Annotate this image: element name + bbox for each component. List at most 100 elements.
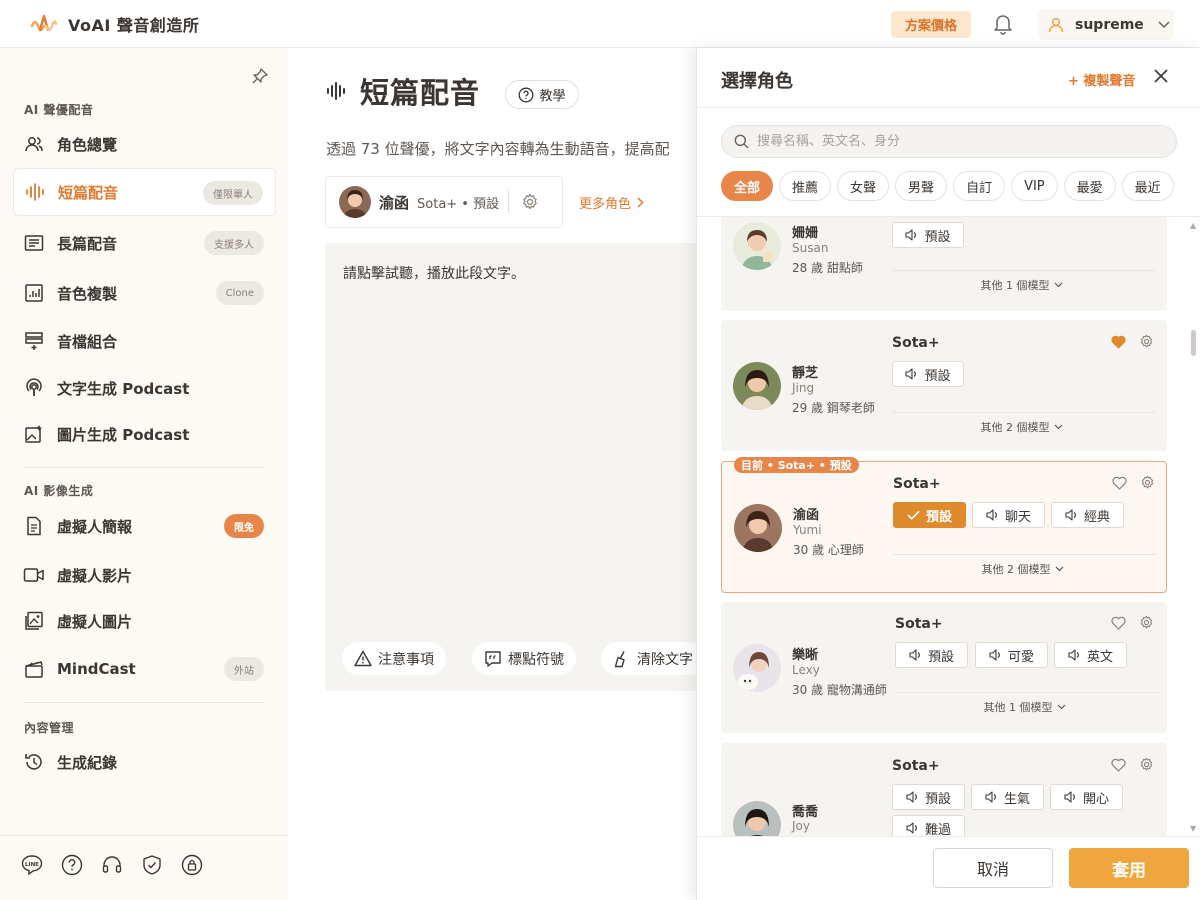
filter-chip-all[interactable]: 全部 [721,171,774,201]
role-card[interactable]: Sota+ 靜芝 Jing 29 歲 鋼琴老師 預設 其他 2 個模型 [721,320,1167,451]
more-roles-link[interactable]: 更多角色 [579,193,644,212]
pin-icon[interactable] [251,67,269,85]
filter-chip-female[interactable]: 女聲 [837,171,890,201]
sidebar-item-label: 生成紀錄 [57,753,118,772]
sidebar-item-role-overview[interactable]: 角色總覽 [13,120,276,168]
voice-style-button[interactable]: 預設 [895,642,968,668]
tutorial-button[interactable]: 教學 [505,80,579,109]
sidebar-item-label: 文字生成 Podcast [57,379,190,398]
text-editor[interactable]: 請點擊試聽，播放此段文字。 注意事項 標點符號 清除文字 [325,243,705,691]
user-name: supreme [1075,16,1144,33]
more-models-toggle[interactable]: 其他 1 個模型 [892,270,1155,298]
voice-style-label: 英文 [1086,649,1113,665]
filter-chip-male[interactable]: 男聲 [895,171,948,201]
search-input[interactable] [757,134,1157,149]
gear-icon[interactable] [1139,334,1154,349]
scrollbar-thumb[interactable] [1191,330,1196,356]
voai-wave-logo-icon [30,12,58,36]
podcast-icon [23,377,45,399]
chevron-down-icon [1158,20,1170,29]
voice-style-button[interactable]: 生氣 [971,784,1044,810]
shield-icon[interactable] [141,854,163,876]
close-icon[interactable] [1154,69,1168,83]
bell-icon[interactable] [993,13,1013,35]
voice-style-button[interactable]: 可愛 [975,642,1048,668]
voice-style-button[interactable]: 預設 [892,361,964,387]
sidebar-item-mindcast[interactable]: MindCast 外站 [13,645,276,693]
sidebar-item-avatar-presentation[interactable]: 虛擬人簡報 限免 [13,502,276,550]
voice-style-label: 預設 [924,368,951,384]
plan-pricing-button[interactable]: 方案價格 [891,11,971,38]
filter-chip-recent[interactable]: 最近 [1121,171,1174,201]
role-card[interactable]: Sota+ 喬喬 Joy 預設 生氣 開心 難過 [721,743,1167,836]
heart-outline-icon[interactable] [1111,616,1126,630]
heart-outline-icon[interactable] [1111,758,1126,772]
avatar [733,362,781,410]
sidebar-item-avatar-video[interactable]: 虛擬人影片 [13,551,276,599]
clear-text-button[interactable]: 清除文字 [601,642,705,675]
gear-icon[interactable] [1139,615,1154,630]
sidebar-item-short-dubbing[interactable]: 短篇配音 僅限單人 [13,168,276,216]
role-english-name: Susan [792,241,829,255]
headset-icon[interactable] [101,854,123,876]
help-icon[interactable] [61,854,83,876]
copy-voice-button[interactable]: + 複製聲音 [1068,70,1135,89]
role-card-selected[interactable]: 目前 • Sota+ • 預設 Sota+ 渝函 Yumi 30 歲 心理師 預… [721,457,1167,593]
search-icon [734,134,749,149]
more-models-toggle[interactable]: 其他 2 個模型 [893,554,1156,582]
role-model: Sota+ [892,335,940,351]
sidebar-item-history[interactable]: 生成紀錄 [13,738,276,786]
voice-style-button[interactable]: 難過 [892,815,965,836]
sidebar-item-label: 虛擬人簡報 [57,517,133,536]
role-card[interactable]: 姍姍 Susan 28 歲 甜點師 預設 其他 1 個模型 [721,217,1167,311]
chevron-down-icon [1055,566,1064,572]
more-models-toggle[interactable]: 其他 2 個模型 [892,412,1155,440]
voice-style-button[interactable]: 預設 [892,784,965,810]
sidebar-footer-divider [0,835,288,836]
heart-filled-icon[interactable] [1111,335,1126,349]
voice-style-button[interactable]: 預設 [892,222,964,248]
editor-text[interactable]: 請點擊試聽，播放此段文字。 [343,263,525,283]
voice-style-label: 預設 [925,509,952,525]
scroll-down-arrow[interactable]: ▼ [1190,824,1196,833]
voice-style-button[interactable]: 聊天 [972,502,1045,528]
sidebar-item-label: 虛擬人圖片 [57,612,133,631]
gear-icon[interactable] [1139,757,1154,772]
line-icon[interactable]: LINE [21,854,43,876]
voice-style-button[interactable]: 經典 [1051,502,1124,528]
voice-style-label: 聊天 [1004,509,1031,525]
sidebar-item-audio-merge[interactable]: 音檔組合 [13,317,276,365]
selected-voice-card[interactable]: 渝函 Sota+ • 預設 [325,176,563,228]
role-card[interactable]: Sota+ 樂晰 Lexy 30 歲 寵物溝通師 預設 可愛 英文 其他 1 個… [721,602,1167,733]
sidebar-item-image-podcast[interactable]: 圖片生成 Podcast [13,410,276,458]
punctuation-button[interactable]: 標點符號 [472,642,576,675]
voice-style-button[interactable]: 開心 [1050,784,1123,810]
sidebar-item-text-podcast[interactable]: 文字生成 Podcast [13,364,276,412]
status-badge: 外站 [224,657,264,681]
role-search[interactable] [721,125,1177,158]
voice-style-label: 難過 [924,822,951,837]
gear-icon[interactable] [1140,475,1155,490]
voice-style-button[interactable]: 英文 [1054,642,1127,668]
sidebar-item-avatar-image[interactable]: 虛擬人圖片 [13,597,276,645]
more-models-toggle[interactable]: 其他 1 個模型 [895,692,1158,720]
sidebar-item-voice-clone[interactable]: 音色複製 Clone [13,269,276,317]
gear-icon[interactable] [521,193,539,211]
heart-outline-icon[interactable] [1112,476,1127,490]
voice-style-button-selected[interactable]: 預設 [893,502,966,528]
sidebar-footer: LINE [21,854,203,876]
filter-chip-recommended[interactable]: 推薦 [779,171,832,201]
sidebar-item-long-dubbing[interactable]: 長篇配音 支援多人 [13,219,276,267]
app-logo[interactable]: VoAI 聲音創造所 [30,12,199,36]
notes-button[interactable]: 注意事項 [342,642,446,675]
scroll-up-arrow[interactable]: ▲ [1190,221,1196,230]
filter-chip-custom[interactable]: 自訂 [953,171,1006,201]
apply-button[interactable]: 套用 [1069,848,1189,888]
filter-chip-favorite[interactable]: 最愛 [1063,171,1116,201]
filter-chip-vip[interactable]: VIP [1011,171,1058,201]
cancel-button[interactable]: 取消 [933,848,1053,888]
status-badge: 僅限單人 [203,181,263,205]
lock-icon[interactable] [181,854,203,876]
top-bar: VoAI 聲音創造所 方案價格 supreme [0,0,1200,48]
user-menu[interactable]: supreme [1038,9,1174,40]
